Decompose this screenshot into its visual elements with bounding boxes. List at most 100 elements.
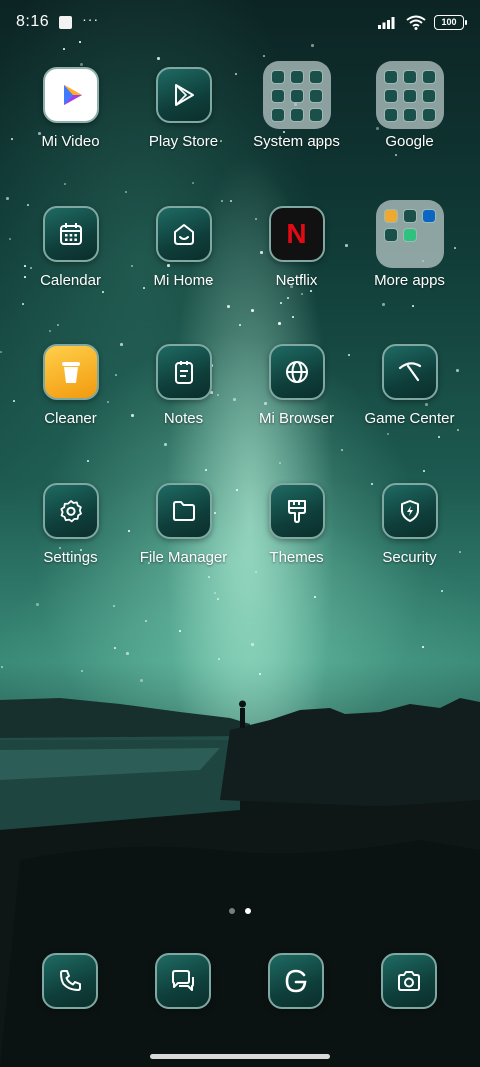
app-label: Mi Video: [41, 133, 100, 150]
star: [217, 598, 219, 600]
phone-icon: [60, 970, 81, 991]
wallpaper-landscape: [0, 698, 480, 1067]
star: [287, 297, 289, 299]
star: [230, 200, 232, 202]
camera-icon: [398, 971, 420, 991]
star: [412, 305, 414, 307]
app-security[interactable]: Security: [353, 483, 466, 566]
app-netflix[interactable]: N Netflix: [240, 206, 353, 289]
star: [422, 646, 424, 648]
star: [205, 469, 207, 471]
star: [9, 238, 11, 240]
wifi-icon: [406, 15, 426, 30]
app-themes[interactable]: Themes: [240, 483, 353, 566]
star: [301, 293, 303, 295]
app-mi-browser[interactable]: Mi Browser: [240, 344, 353, 427]
app-label: Mi Browser: [258, 410, 334, 427]
home-indicator[interactable]: [150, 1054, 330, 1059]
star: [387, 433, 389, 435]
star: [227, 305, 230, 308]
dock-phone[interactable]: [42, 953, 98, 1009]
app-label: System apps: [253, 133, 340, 150]
star: [192, 182, 194, 184]
app-label: Calendar: [40, 272, 101, 289]
game-center-icon: [398, 362, 421, 382]
mi-home-icon: [173, 224, 194, 245]
status-time: 8:16: [16, 13, 50, 30]
star: [292, 316, 294, 318]
dock-google[interactable]: [268, 953, 324, 1009]
app-mi-video[interactable]: Mi Video: [14, 67, 127, 150]
star: [208, 576, 210, 578]
star: [280, 302, 282, 304]
app-calendar[interactable]: Calendar: [14, 206, 127, 289]
folder-preview: [375, 200, 444, 268]
star: [126, 652, 129, 655]
app-label: Mi Home: [153, 272, 214, 289]
globe-icon: [285, 361, 308, 383]
folder-google[interactable]: Google: [353, 61, 466, 150]
app-notes[interactable]: Notes: [127, 344, 240, 427]
star: [255, 571, 257, 573]
star: [114, 647, 116, 649]
star: [395, 154, 397, 156]
messages-icon: [172, 970, 194, 991]
page-dot-active[interactable]: [245, 908, 251, 914]
star: [263, 55, 265, 57]
star: [6, 197, 9, 200]
app-mi-home[interactable]: Mi Home: [127, 206, 240, 289]
app-label: Google: [385, 133, 434, 150]
star: [214, 592, 216, 594]
gear-icon: [60, 500, 82, 523]
app-label: Settings: [43, 549, 98, 566]
app-settings[interactable]: Settings: [14, 483, 127, 566]
status-bar: 8:16 ··· 100: [0, 0, 480, 44]
star: [457, 429, 459, 431]
star: [0, 351, 2, 353]
dock-camera[interactable]: [381, 953, 437, 1009]
star: [310, 290, 312, 292]
star: [164, 443, 167, 446]
page-indicator[interactable]: [0, 908, 480, 914]
dock-messages[interactable]: [155, 953, 211, 1009]
page-dot[interactable]: [229, 908, 235, 914]
app-file-manager[interactable]: File Manager: [127, 483, 240, 566]
star: [221, 200, 223, 202]
battery-level: 100: [441, 17, 457, 27]
folder-system-apps[interactable]: System apps: [240, 61, 353, 150]
app-label: Notes: [163, 410, 204, 427]
star: [239, 324, 241, 326]
star: [57, 324, 59, 326]
star: [278, 322, 281, 325]
app-label: Themes: [269, 549, 324, 566]
star: [157, 57, 160, 60]
star: [63, 48, 65, 50]
star: [251, 643, 254, 646]
app-game-center[interactable]: Game Center: [353, 344, 466, 427]
star: [251, 309, 254, 312]
folder-preview: [375, 61, 444, 129]
star: [113, 605, 115, 607]
star: [36, 603, 39, 606]
folder-icon: [172, 501, 195, 521]
star: [22, 303, 24, 305]
star: [438, 436, 440, 438]
calendar-icon: [59, 223, 82, 245]
google-g-icon: [285, 969, 307, 993]
signal-icon: [378, 17, 395, 29]
app-cleaner[interactable]: Cleaner: [14, 344, 127, 427]
star: [311, 44, 314, 47]
star: [279, 462, 281, 464]
star: [49, 330, 51, 332]
brush-icon: [287, 500, 306, 523]
app-label: Game Center: [364, 410, 455, 427]
star: [80, 63, 83, 66]
star: [441, 590, 443, 592]
app-label: Cleaner: [44, 410, 97, 427]
folder-more-apps[interactable]: More apps: [353, 200, 466, 289]
star: [179, 630, 181, 632]
star: [11, 138, 13, 140]
star: [102, 291, 104, 293]
star: [259, 673, 261, 675]
app-play-store[interactable]: Play Store: [127, 67, 240, 150]
